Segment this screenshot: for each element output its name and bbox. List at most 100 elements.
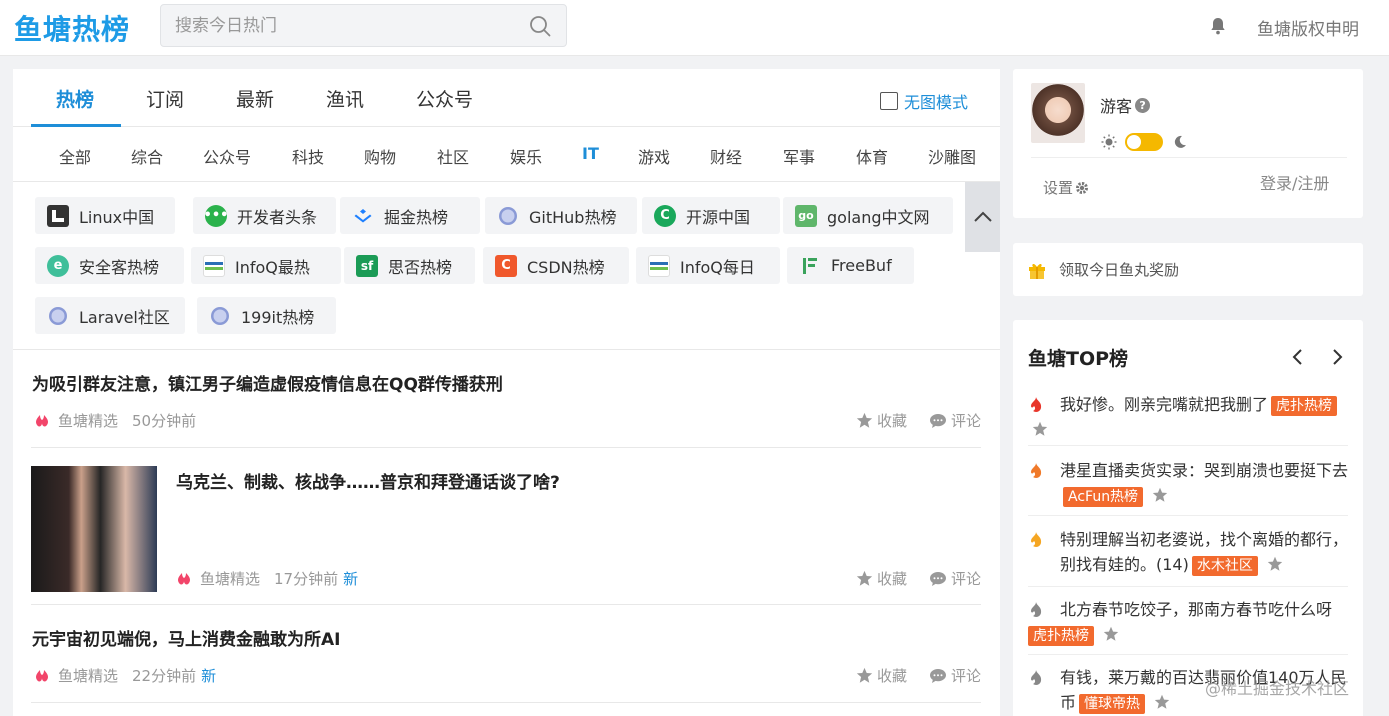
fishpond-icon (36, 414, 48, 426)
star-icon[interactable] (1267, 556, 1283, 572)
category-community[interactable]: 社区 (437, 144, 469, 168)
category-sports[interactable]: 体育 (856, 144, 888, 168)
source-label: CSDN热榜 (527, 257, 605, 277)
source-freebuf[interactable]: FreeBuf (787, 247, 914, 284)
no-image-checkbox[interactable] (880, 92, 898, 110)
source-199it[interactable]: 199it热榜 (197, 297, 336, 334)
favorite-button[interactable]: 收藏 (877, 410, 907, 431)
category-general[interactable]: 综合 (131, 144, 163, 168)
help-icon[interactable]: ? (1135, 97, 1151, 113)
source-oschina[interactable]: C 开源中国 (642, 197, 780, 234)
source-laravel[interactable]: Laravel社区 (35, 297, 185, 334)
source-golang[interactable]: go golang中文网 (783, 197, 953, 234)
avatar[interactable] (1031, 83, 1085, 143)
article-item[interactable]: 为吸引群友注意，镇江男子编造虚假疫情信息在QQ群传播获刑 鱼塘精选 50分钟前 … (31, 350, 981, 448)
juejin-icon (352, 205, 374, 227)
source-csdn[interactable]: C CSDN热榜 (483, 247, 629, 284)
top-item-tag[interactable]: 虎扑热榜 (1028, 626, 1094, 646)
top-item-tag[interactable]: 虎扑热榜 (1271, 396, 1338, 416)
wechat-icon: ••• (204, 204, 228, 227)
tab-hot[interactable]: 热榜 (56, 85, 94, 112)
no-image-mode-toggle[interactable]: 无图模式 (880, 89, 968, 113)
bell-icon[interactable] (1208, 16, 1228, 36)
source-label: 199it热榜 (241, 307, 315, 327)
article-item[interactable]: 元宇宙初见端倪，马上消费金融敢为所AI 鱼塘精选 22分钟前 新 收藏 评论 (31, 605, 981, 703)
source-segmentfault[interactable]: sf 思否热榜 (344, 247, 475, 284)
source-juejin[interactable]: 掘金热榜 (340, 197, 480, 234)
star-icon[interactable] (856, 667, 873, 684)
theme-toggle[interactable] (1125, 133, 1163, 151)
source-devtoutiao[interactable]: ••• 开发者头条 (193, 197, 336, 234)
star-icon[interactable] (1152, 487, 1168, 503)
top-item-tag[interactable]: 懂球帝热 (1079, 694, 1146, 714)
article-title[interactable]: 元宇宙初见端倪，马上消费金融敢为所AI (32, 625, 340, 650)
article-item[interactable]: 乌克兰、制裁、核战争……普京和拜登通话谈了啥? 鱼塘精选 17分钟前 新 收藏 … (31, 448, 981, 605)
tab-official-accounts[interactable]: 公众号 (416, 85, 473, 112)
article-title[interactable]: 乌克兰、制裁、核战争……普京和拜登通话谈了啥? (176, 468, 560, 493)
comment-icon[interactable] (929, 571, 947, 587)
chevron-left-icon[interactable] (1287, 346, 1309, 368)
settings-link[interactable]: 设置 (1043, 177, 1089, 198)
category-official[interactable]: 公众号 (203, 144, 251, 168)
top-list-item[interactable]: 北方春节吃饺子，那南方春节吃什么呀 虎扑热榜 (1028, 597, 1348, 655)
fishpond-icon (36, 669, 48, 681)
search-box (160, 4, 567, 47)
copyright-link[interactable]: 鱼塘版权申明 (1257, 15, 1359, 40)
article-thumbnail[interactable] (31, 466, 157, 592)
favorite-button[interactable]: 收藏 (877, 568, 907, 589)
top-list-item[interactable]: 特别理解当初老婆说，找个离婚的都行，别找有娃的。(14) 水木社区 (1028, 527, 1348, 587)
star-icon[interactable] (1032, 421, 1048, 437)
collapse-sources-button[interactable] (965, 182, 1000, 252)
category-entertainment[interactable]: 娱乐 (510, 144, 542, 168)
top-item-tag[interactable]: 水木社区 (1191, 556, 1258, 576)
comment-button[interactable]: 评论 (951, 410, 981, 431)
source-anquanke[interactable]: e 安全客热榜 (35, 247, 184, 284)
comment-button[interactable]: 评论 (951, 568, 981, 589)
star-icon[interactable] (856, 412, 873, 429)
daily-reward-button[interactable]: 领取今日鱼丸奖励 (1013, 243, 1363, 296)
article-time: 22分钟前 (132, 667, 197, 685)
comment-button[interactable]: 评论 (951, 665, 981, 686)
source-label: FreeBuf (831, 256, 892, 275)
star-icon[interactable] (1103, 626, 1119, 642)
category-military[interactable]: 军事 (783, 144, 815, 168)
source-github[interactable]: GitHub热榜 (485, 197, 637, 234)
favorite-button[interactable]: 收藏 (877, 665, 907, 686)
login-register-link[interactable]: 登录/注册 (1260, 170, 1329, 194)
article-time: 50分钟前 (132, 412, 197, 430)
tab-subscribe[interactable]: 订阅 (146, 85, 184, 112)
theme-switch[interactable] (1101, 133, 1187, 151)
category-finance[interactable]: 财经 (710, 144, 742, 168)
new-badge: 新 (343, 570, 359, 588)
comment-icon[interactable] (929, 668, 947, 684)
source-infoq-daily[interactable]: InfoQ每日 (636, 247, 780, 284)
site-logo[interactable]: 鱼塘热榜 (14, 8, 130, 48)
source-label: Linux中国 (79, 207, 155, 227)
tab-latest[interactable]: 最新 (236, 85, 274, 112)
article-title[interactable]: 为吸引群友注意，镇江男子编造虚假疫情信息在QQ群传播获刑 (32, 370, 503, 395)
comment-icon[interactable] (929, 413, 947, 429)
star-icon[interactable] (1154, 694, 1170, 710)
source-label: InfoQ每日 (680, 257, 755, 277)
category-games[interactable]: 游戏 (638, 144, 670, 168)
top-item-tag[interactable]: AcFun热榜 (1063, 487, 1144, 507)
category-it[interactable]: IT (582, 144, 599, 163)
search-icon[interactable] (528, 14, 552, 38)
star-icon[interactable] (856, 570, 873, 587)
top-list-item[interactable]: 我好惨。刚亲完嘴就把我删了 虎扑热榜 (1028, 392, 1348, 446)
chevron-right-icon[interactable] (1326, 346, 1348, 368)
category-tech[interactable]: 科技 (292, 144, 324, 168)
anquanke-icon: e (47, 254, 69, 277)
search-input[interactable] (161, 5, 501, 46)
article-source: 鱼塘精选 (200, 570, 261, 588)
category-all[interactable]: 全部 (59, 144, 91, 168)
tab-news[interactable]: 渔讯 (326, 85, 364, 112)
category-shopping[interactable]: 购物 (364, 144, 396, 168)
source-infoq-hot[interactable]: InfoQ最热 (191, 247, 341, 284)
source-linux-cn[interactable]: Linux中国 (35, 197, 175, 234)
top-header: 鱼塘热榜 鱼塘版权申明 (0, 0, 1389, 56)
top-list-item[interactable]: 港星直播卖货实录：哭到崩溃也要挺下去 AcFun热榜 (1028, 458, 1348, 516)
source-label: 思否热榜 (388, 257, 453, 277)
category-funny[interactable]: 沙雕图 (928, 144, 976, 168)
watermark: @稀土掘金技术社区 (1205, 679, 1350, 698)
